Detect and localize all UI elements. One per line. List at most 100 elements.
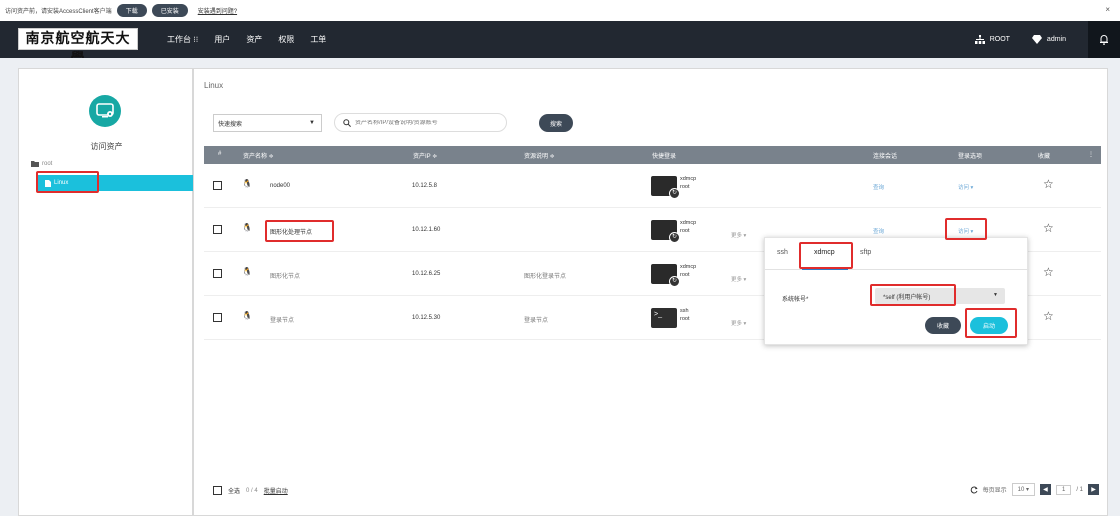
asset-name[interactable]: node00: [270, 183, 290, 189]
prev-page-button[interactable]: ◀: [1039, 484, 1051, 495]
top-navbar: 南京航空航天大學 工作台 ⁝⁝ 用户 资产 权限 工单 ROOT admin: [0, 21, 1120, 67]
banner-text: 访问资产前，请安装AccessClient客户端: [5, 9, 112, 15]
tab-sftp[interactable]: sftp: [860, 249, 871, 256]
terminal-icon[interactable]: ↻: [651, 264, 680, 287]
protocol-label: xdmcp root: [680, 176, 697, 190]
search-button[interactable]: 搜索: [539, 114, 573, 132]
menu-users[interactable]: 用户: [214, 34, 230, 45]
help-link[interactable]: 安装遇到问题?: [198, 6, 237, 15]
col-session: 连接会话: [873, 154, 898, 160]
installed-button[interactable]: 已安装: [151, 4, 188, 17]
col-favorite: 收藏: [1038, 154, 1051, 160]
select-all-checkbox[interactable]: [213, 486, 222, 495]
protocol-label: xdmcp root: [680, 264, 697, 278]
nav-right: ROOT admin: [974, 21, 1120, 58]
table-footer-left: 全选 0 / 4 批量启动: [213, 486, 288, 495]
col-asset-ip[interactable]: 资产IP ≑: [413, 151, 437, 160]
asset-name[interactable]: 图形化节点: [270, 271, 300, 280]
asset-ip: 10.12.1.60: [412, 227, 441, 233]
search-icon: [343, 118, 351, 127]
panel-title: 访问资产: [90, 142, 123, 151]
search-type-select[interactable]: 快速搜索 ▼: [213, 114, 322, 132]
search-type-value: 快速搜索: [218, 121, 243, 128]
access-dropdown[interactable]: 访问 ▾: [958, 183, 973, 191]
linux-icon: 🐧: [242, 179, 252, 188]
protocol-label: xdmcp root: [680, 220, 697, 234]
user-menu[interactable]: admin: [1031, 35, 1066, 44]
root-label: ROOT: [989, 36, 1010, 43]
terminal-icon[interactable]: ↻: [651, 220, 680, 243]
batch-start-link[interactable]: 批量启动: [264, 486, 288, 495]
root-menu[interactable]: ROOT: [974, 35, 1010, 44]
row-checkbox[interactable]: [213, 269, 222, 278]
caret-down-icon: ▼: [993, 292, 998, 298]
menu-tickets[interactable]: 工单: [310, 34, 326, 45]
search-input[interactable]: [355, 119, 495, 126]
org-tree-icon: [974, 35, 985, 44]
col-quick-login: 快捷登录: [652, 154, 677, 160]
access-asset-icon: [89, 95, 121, 127]
highlight-asset-name: [265, 220, 334, 242]
protocol-label: ssh root: [680, 308, 690, 322]
folder-icon: [31, 161, 39, 167]
caret-down-icon: ▼: [309, 120, 315, 126]
linux-icon: 🐧: [242, 223, 252, 232]
more-dropdown[interactable]: 更多 ▾: [731, 275, 746, 283]
user-label: admin: [1046, 36, 1066, 43]
asset-ip: 10.12.5.30: [412, 315, 441, 321]
close-icon[interactable]: ×: [1105, 5, 1110, 14]
more-dropdown[interactable]: 更多 ▾: [731, 231, 746, 239]
xdmcp-badge-icon: ↻: [669, 232, 680, 243]
highlight-xdmcp-tab: [799, 242, 853, 269]
row-checkbox[interactable]: [213, 181, 222, 190]
menu-permissions[interactable]: 权限: [278, 34, 294, 45]
asset-description: 登录节点: [524, 318, 549, 324]
page-number-input[interactable]: 1: [1055, 484, 1072, 495]
session-query-link[interactable]: 查询: [873, 183, 884, 191]
refresh-icon[interactable]: [970, 486, 978, 494]
xdmcp-badge-icon: ↻: [669, 188, 680, 199]
highlight-access-dropdown: [945, 218, 987, 240]
page-size-label: 每页显示: [982, 488, 1007, 494]
university-logo: 南京航空航天大學: [18, 28, 138, 67]
ssh-terminal-icon[interactable]: >_: [651, 308, 677, 328]
col-index: #: [218, 151, 222, 157]
next-page-button[interactable]: ▶: [1088, 484, 1099, 495]
asset-tree-panel: 访问资产 root Linux: [18, 68, 194, 516]
menu-workbench[interactable]: 工作台 ⁝⁝: [167, 34, 198, 45]
selected-count: 0 / 4: [246, 487, 258, 494]
favorite-star-icon[interactable]: ☆: [1043, 309, 1054, 323]
col-login-options: 登录选项: [958, 154, 983, 160]
select-all-label: 全选: [228, 489, 241, 495]
terminal-icon[interactable]: ↻: [651, 176, 680, 199]
asset-ip: 10.12.5.8: [412, 183, 438, 189]
page-size-select[interactable]: 10 ▾: [1011, 483, 1035, 496]
favorite-star-icon[interactable]: ☆: [1043, 265, 1054, 279]
save-button[interactable]: 收藏: [925, 317, 961, 334]
highlight-linux-node: [36, 171, 99, 193]
row-checkbox[interactable]: [213, 313, 222, 322]
linux-icon: 🐧: [242, 267, 252, 276]
pagination: 每页显示 10 ▾ ◀ 1 / 1 ▶: [970, 483, 1099, 496]
bell-icon: [1100, 34, 1108, 45]
favorite-star-icon[interactable]: ☆: [1043, 221, 1054, 235]
tab-ssh[interactable]: ssh: [777, 249, 788, 256]
tree-root-label: root: [42, 161, 53, 167]
tree-node-root[interactable]: root: [31, 161, 52, 167]
session-query-link[interactable]: 查询: [873, 227, 884, 235]
download-button[interactable]: 下载: [116, 4, 147, 17]
xdmcp-badge-icon: ↻: [669, 276, 680, 287]
row-checkbox[interactable]: [213, 225, 222, 234]
more-dropdown[interactable]: 更多 ▾: [731, 319, 746, 327]
col-description[interactable]: 资源说明 ≑: [524, 151, 555, 160]
main-menu: 工作台 ⁝⁝ 用户 资产 权限 工单: [167, 21, 326, 58]
search-box[interactable]: [334, 113, 507, 132]
column-menu-icon[interactable]: ⋮: [1088, 151, 1094, 158]
menu-assets[interactable]: 资产: [246, 34, 262, 45]
asset-description: 图形化登录节点: [524, 274, 567, 280]
highlight-account-select: [870, 284, 956, 306]
col-asset-name[interactable]: 资产名称 ≑: [243, 151, 274, 160]
favorite-star-icon[interactable]: ☆: [1043, 177, 1054, 191]
notification-button[interactable]: [1088, 21, 1120, 58]
asset-name[interactable]: 登录节点: [270, 315, 294, 324]
